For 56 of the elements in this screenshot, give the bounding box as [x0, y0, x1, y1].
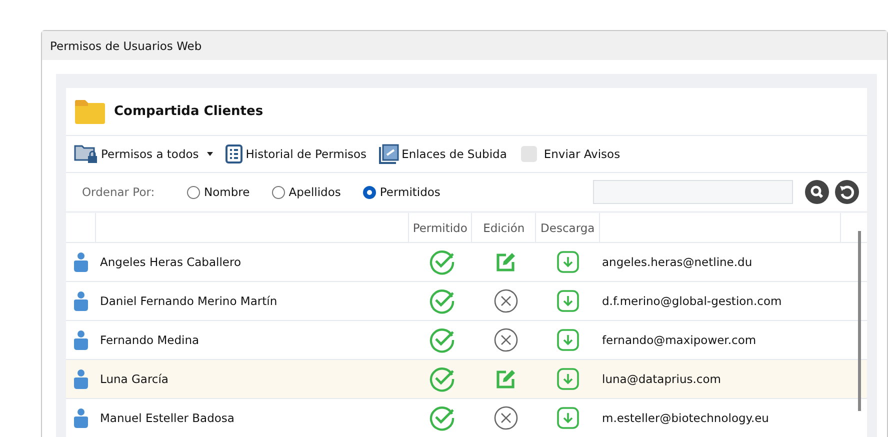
user-name: Manuel Esteller Badosa: [100, 411, 234, 425]
user-email: fernando@maxipower.com: [602, 333, 756, 347]
check-circle-icon[interactable]: [429, 249, 455, 275]
x-circle-icon[interactable]: [494, 406, 518, 430]
column-header[interactable]: Permitido: [408, 213, 472, 242]
user-email: luna@dataprius.com: [602, 372, 721, 386]
window-title: Permisos de Usuarios Web: [50, 38, 202, 52]
user-name: Daniel Fernando Merino Martín: [100, 294, 278, 308]
folder-lock-icon: [74, 144, 98, 164]
user-icon: [74, 252, 88, 272]
user-email: angeles.heras@netline.du: [602, 255, 752, 269]
user-row[interactable]: Luna García luna@dataprius.com: [66, 360, 867, 399]
scrollbar-thumb[interactable]: [858, 231, 861, 411]
user-icon: [74, 408, 88, 428]
folder-icon: [74, 98, 106, 124]
edit-icon[interactable]: [495, 368, 517, 390]
user-row[interactable]: Manuel Esteller Badosa m.esteller@biotechnology.eu: [66, 399, 867, 437]
download-icon[interactable]: [557, 251, 579, 273]
permissions-dropdown-button[interactable]: Permisos a todos: [74, 144, 213, 164]
check-circle-icon[interactable]: [429, 366, 455, 392]
user-icon: [74, 291, 88, 311]
refresh-icon[interactable]: [835, 180, 859, 204]
upload-links-button[interactable]: Enlaces de Subida: [378, 144, 507, 164]
user-icon: [74, 369, 88, 389]
download-icon[interactable]: [557, 407, 579, 429]
list-icon: [224, 144, 243, 164]
sort-label: Ordenar Por:: [82, 185, 156, 199]
history-button[interactable]: Historial de Permisos: [224, 144, 367, 164]
download-icon[interactable]: [557, 329, 579, 351]
user-email: m.esteller@biotechnology.eu: [602, 411, 769, 425]
user-name: Luna García: [100, 372, 168, 386]
caret-icon: [206, 152, 213, 156]
sort-radio[interactable]: Permitidos: [362, 185, 440, 199]
user-row[interactable]: Angeles Heras Caballero angeles.heras@netline.du: [66, 243, 867, 282]
sort-radio[interactable]: Apellidos: [272, 185, 341, 199]
download-icon[interactable]: [557, 368, 579, 390]
edit-icon[interactable]: [495, 251, 517, 273]
user-name: Fernando Medina: [100, 333, 200, 347]
download-icon[interactable]: [557, 290, 579, 312]
check-circle-icon[interactable]: [429, 405, 455, 431]
user-row[interactable]: Daniel Fernando Merino Martín d.f.merino@global-gestion.com: [66, 282, 867, 321]
x-circle-icon[interactable]: [494, 328, 518, 352]
x-circle-icon[interactable]: [494, 289, 518, 313]
sort-radio[interactable]: Nombre: [187, 185, 250, 199]
user-icon: [74, 330, 88, 350]
column-header[interactable]: Descarga: [536, 213, 600, 242]
column-header[interactable]: Edición: [472, 213, 536, 242]
user-name: Angeles Heras Caballero: [100, 255, 241, 269]
folder-name: Compartida Clientes: [114, 104, 264, 119]
search-field[interactable]: [593, 180, 793, 204]
check-circle-icon[interactable]: [429, 288, 455, 314]
send-notices-checkbox[interactable]: Enviar Avisos: [520, 146, 620, 162]
user-email: d.f.merino@global-gestion.com: [602, 294, 782, 308]
search-icon[interactable]: [805, 180, 829, 204]
check-circle-icon[interactable]: [429, 327, 455, 353]
link-icon: [378, 144, 399, 164]
